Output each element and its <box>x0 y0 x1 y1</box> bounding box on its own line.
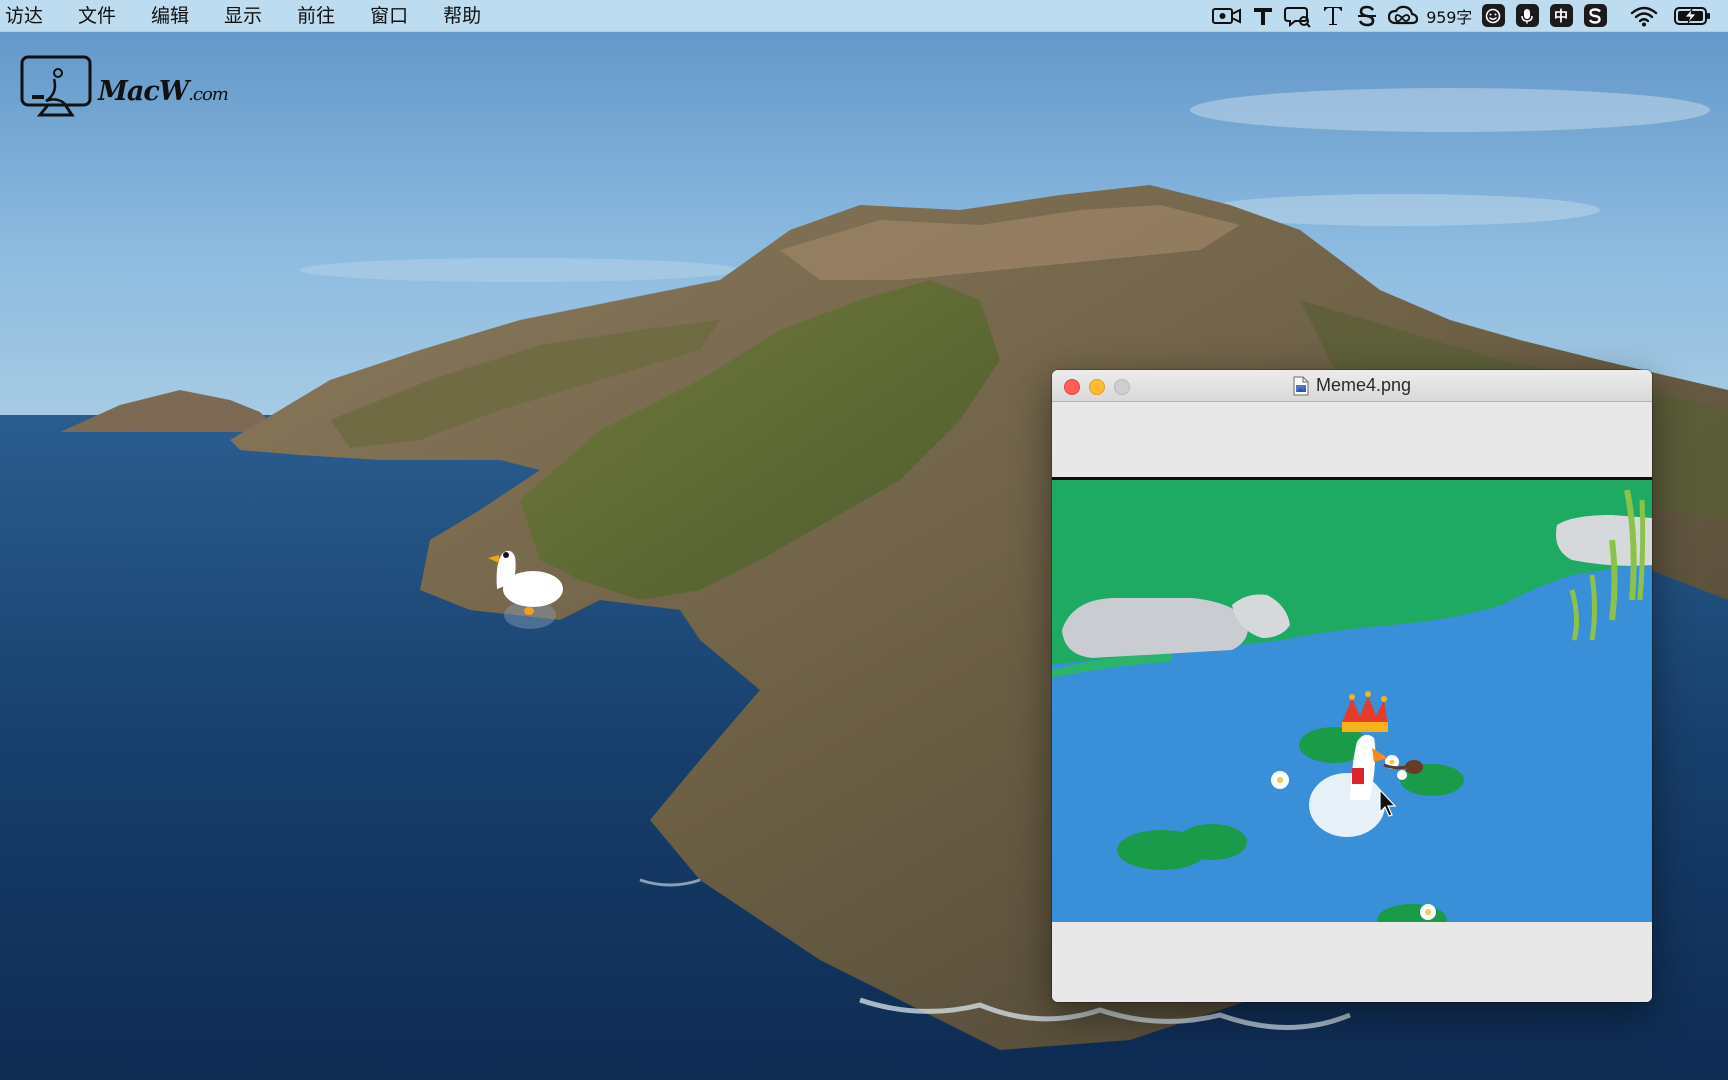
screen-record-icon[interactable] <box>1208 0 1246 32</box>
zoom-button <box>1114 379 1130 395</box>
wifi-icon[interactable] <box>1626 0 1662 32</box>
png-file-icon <box>1293 376 1309 395</box>
window-bottom-margin <box>1052 922 1652 1002</box>
status-tray: 959字 中 <box>1208 0 1728 31</box>
monitor-mascot-icon <box>20 55 92 117</box>
sogou-s-icon[interactable] <box>1578 0 1612 32</box>
window-title: Meme4.png <box>1293 375 1411 396</box>
text-serif-t-icon[interactable] <box>1316 0 1350 32</box>
text-t-icon[interactable] <box>1246 0 1280 32</box>
smile-face-icon[interactable] <box>1476 0 1510 32</box>
battery-charging-icon[interactable] <box>1670 0 1716 32</box>
desktop-goose[interactable] <box>475 543 570 633</box>
close-button[interactable] <box>1064 379 1080 395</box>
menu-file[interactable]: 文件 <box>61 0 134 32</box>
watermark-brand: MacW <box>98 76 189 107</box>
menu-finder[interactable]: 访达 <box>0 0 61 32</box>
watermark-suffix: .com <box>188 84 229 105</box>
watermark-text: MacW.com <box>98 76 229 107</box>
input-method-label: 中 <box>1549 4 1573 27</box>
menu-edit[interactable]: 编辑 <box>134 0 207 32</box>
menu-help[interactable]: 帮助 <box>426 0 499 32</box>
menu-view[interactable]: 显示 <box>207 0 280 32</box>
menu-go[interactable]: 前往 <box>280 0 353 32</box>
chat-search-icon[interactable] <box>1280 0 1316 32</box>
window-top-margin <box>1052 402 1652 477</box>
creative-cloud-icon[interactable] <box>1384 0 1422 32</box>
app-menus: 访达 文件 编辑 显示 前往 窗口 帮助 <box>0 0 499 31</box>
window-titlebar[interactable]: Meme4.png <box>1052 370 1652 402</box>
menu-bar: 访达 文件 编辑 显示 前往 窗口 帮助 959字 中 <box>0 0 1728 32</box>
window-controls <box>1064 379 1130 395</box>
preview-window: Meme4.png <box>1052 370 1652 1002</box>
minimize-button[interactable] <box>1089 379 1105 395</box>
microphone-icon[interactable] <box>1510 0 1544 32</box>
input-method-icon[interactable]: 中 <box>1544 0 1578 32</box>
word-count[interactable]: 959字 <box>1422 0 1476 32</box>
strikethrough-s-icon[interactable] <box>1350 0 1384 32</box>
goose-pond-image <box>1052 480 1652 922</box>
window-title-text: Meme4.png <box>1315 375 1412 395</box>
menu-window[interactable]: 窗口 <box>353 0 426 32</box>
macw-watermark: MacW.com <box>20 55 229 117</box>
meme-image-canvas <box>1052 477 1652 922</box>
